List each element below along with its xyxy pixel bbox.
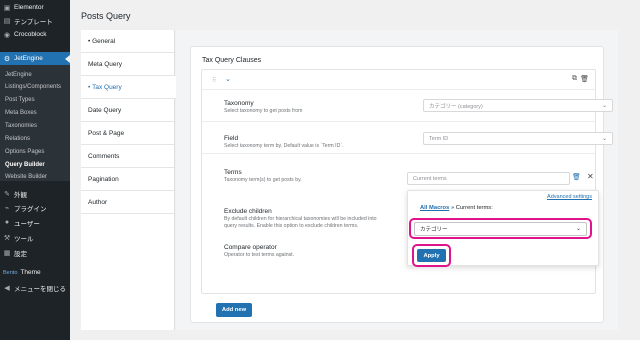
field-desc: Select taxonomy term by. Default value i… [224,143,344,149]
exclude-children-desc-1: By default children for hierarchical tax… [224,216,377,222]
page-title: Posts Query [81,11,131,21]
field-select[interactable]: Term ID ⌄ [423,132,613,145]
submenu-item-options-pages[interactable]: Options Pages [0,145,70,158]
field-row: Field Select taxonomy term by. Default v… [202,122,613,154]
brush-icon: ✎ [4,190,10,198]
taxonomy-select[interactable]: カテゴリー (category) ⌄ [423,99,613,112]
sidebar-item-settings[interactable]: ▦ 設定 [0,246,70,259]
tab-comments[interactable]: Comments [81,145,174,168]
sidebar-item-elementor[interactable]: ▣ Elementor [0,1,70,14]
submenu-item-website-builder[interactable]: Website Builder [0,170,70,183]
jetengine-icon: ⚙ [3,55,11,63]
all-macros-link[interactable]: All Macros [420,205,449,211]
taxonomy-label: Taxonomy [224,100,254,107]
taxonomy-desc: Select taxonomy to get posts from [224,108,303,114]
taxonomy-row: Taxonomy Select taxonomy to get posts fr… [202,90,613,122]
apply-button[interactable]: Apply [417,249,446,262]
settings-icon: ▦ [3,249,11,257]
close-icon[interactable]: ✕ [587,172,594,181]
clause-header[interactable]: ⠿ ⌄ ⧉ 🗑 [202,70,595,90]
admin-sidebar: ▣ Elementor ▤ テンプレート ◉ Crocoblock ⚙ JetEngin… [0,0,70,340]
exclude-children-label: Exclude children [224,208,272,215]
compare-operator-label: Compare operator [224,244,277,251]
tab-post-page[interactable]: Post & Page [81,122,174,145]
terms-input[interactable]: Current terms [407,172,570,185]
add-new-button[interactable]: Add new [216,303,252,317]
macros-popover: Advanced settings All Macros » Current t… [407,190,599,267]
chevron-down-icon: ⌄ [601,103,607,109]
folder-icon: ▤ [3,17,11,25]
terms-desc: Taxonomy term(s) to get posts by. [224,177,302,183]
tab-meta-query[interactable]: Meta Query [81,53,174,76]
crocoblock-icon: ◉ [3,31,11,39]
sidebar-item-jetengine[interactable]: ⚙ JetEngine [0,52,70,65]
wrench-icon: ⚒ [3,234,11,242]
bento-logo: Bento [3,269,18,276]
submenu-item-listings[interactable]: Listings/Components [0,80,70,93]
submenu-item-meta-boxes[interactable]: Meta Boxes [0,106,70,119]
elementor-icon: ▣ [3,4,11,12]
trash-icon[interactable]: 🗑 [572,173,581,181]
field-label: Field [224,135,239,142]
terms-label: Terms [224,169,242,176]
sidebar-item-crocoblock[interactable]: ◉ Crocoblock [0,28,70,41]
sidebar-item-templates[interactable]: ▤ テンプレート [0,14,70,27]
chevron-down-icon[interactable]: ⌄ [225,75,231,83]
plugin-icon: ⌁ [4,204,10,212]
query-tabs: • General Meta Query • Tax Query Date Qu… [81,30,176,330]
sidebar-item-users[interactable]: ● ユーザー [0,216,70,229]
submenu-item-taxonomies[interactable]: Taxonomies [0,119,70,132]
copy-icon[interactable]: ⧉ [572,75,577,83]
chevron-down-icon: ⌄ [601,136,607,142]
advanced-settings-link[interactable]: Advanced settings [547,194,592,200]
taxonomy-macro-select[interactable]: カテゴリー ⌄ [414,222,587,236]
tab-date-query[interactable]: Date Query [81,99,174,122]
tab-pagination[interactable]: Pagination [81,168,174,191]
card-title: Tax Query Clauses [202,57,262,64]
compare-operator-desc: Operator to test terms against. [224,252,295,258]
tab-tax-query[interactable]: • Tax Query [81,76,176,99]
sidebar-item-plugins[interactable]: ⌁ プラグイン [0,201,70,214]
collapse-menu-button[interactable]: ◀ メニューを閉じる [0,281,70,294]
exclude-children-desc-2: query results. Enable this option to exc… [224,223,359,229]
submenu-item-relations[interactable]: Relations [0,132,70,145]
tab-author[interactable]: Author [81,191,174,214]
submenu-item-post-types[interactable]: Post Types [0,93,70,106]
collapse-icon: ◀ [4,284,10,292]
chevron-down-icon: ⌄ [575,226,581,232]
tab-general[interactable]: • General [81,30,174,53]
trash-icon[interactable]: 🗑 [580,75,589,83]
sidebar-item-tools[interactable]: ⚒ ツール [0,231,70,244]
sidebar-item-appearance[interactable]: ✎ 外観 [0,187,70,200]
drag-handle-icon[interactable]: ⠿ [212,77,217,84]
sidebar-item-theme[interactable]: Bento Theme [0,266,70,279]
user-icon: ● [4,219,10,226]
macros-breadcrumb: All Macros » Current terms: [420,205,493,211]
